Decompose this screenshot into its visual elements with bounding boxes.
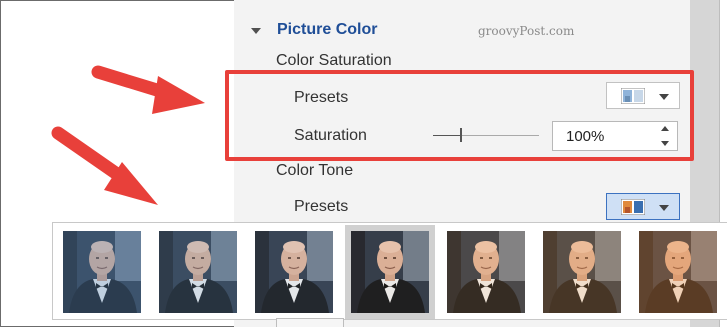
portrait-photo <box>447 231 525 313</box>
tone-preset-thumbnail[interactable] <box>255 231 333 313</box>
portrait-photo <box>351 231 429 313</box>
tone-preset-thumbnail[interactable] <box>639 231 717 313</box>
tone-preset-thumbnail[interactable] <box>63 231 141 313</box>
tone-preset-thumbnail[interactable] <box>159 231 237 313</box>
portrait-photo <box>639 231 717 313</box>
tone-preset-thumbnail[interactable] <box>345 225 435 319</box>
portrait-photo <box>159 231 237 313</box>
portrait-photo <box>543 231 621 313</box>
tone-preset-thumbnail[interactable] <box>543 231 621 313</box>
arrow-icon <box>51 126 158 205</box>
color-tone-gallery <box>52 222 727 320</box>
tone-preset-thumbnail[interactable] <box>447 231 525 313</box>
portrait-photo <box>255 231 333 313</box>
reset-button[interactable] <box>276 318 344 327</box>
portrait-photo <box>63 231 141 313</box>
arrow-icon <box>91 65 205 114</box>
